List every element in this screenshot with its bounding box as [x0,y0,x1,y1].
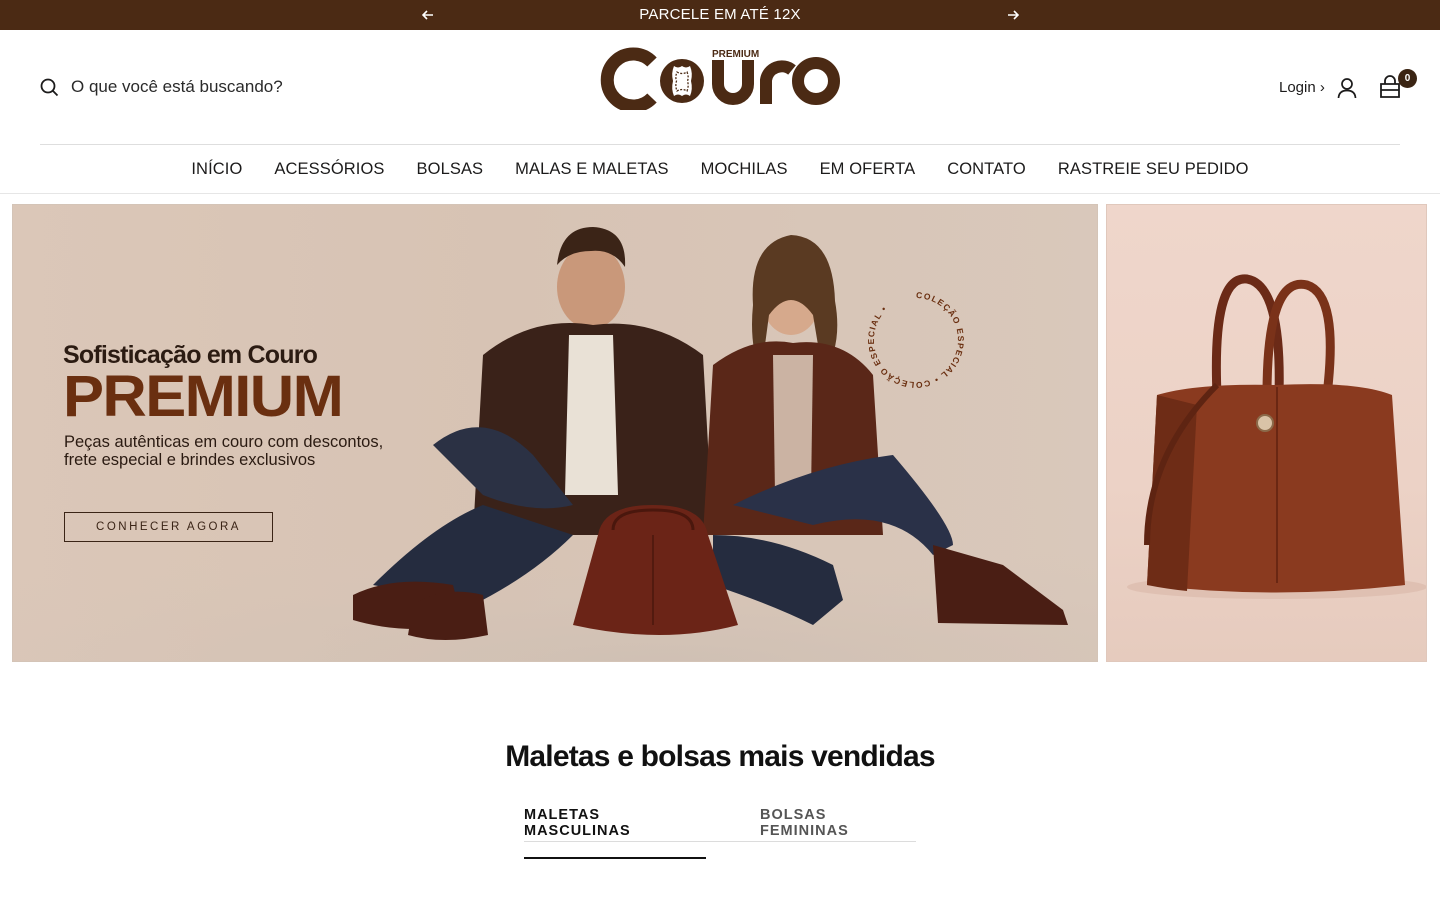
login-link[interactable]: Login › [1279,79,1325,96]
search-bar[interactable]: O que você está buscando? [40,76,283,98]
tab-bolsas-femininas[interactable]: BOLSAS FEMININAS [760,807,916,839]
hero-title-line2: PREMIUM [63,364,344,429]
hero-description: Peças autênticas em couro com descontos,… [64,433,384,469]
arrow-right-icon[interactable] [1003,5,1023,25]
cart-count-badge: 0 [1398,69,1417,88]
nav-item-em-oferta[interactable]: EM OFERTA [820,160,916,179]
section-title: Maletas e bolsas mais vendidas [505,740,935,773]
nav-item-mochilas[interactable]: MOCHILAS [701,160,788,179]
search-icon[interactable] [40,78,59,97]
nav-item-malas-e-maletas[interactable]: MALAS E MALETAS [515,160,668,179]
nav-divider [0,193,1440,194]
nav-item-bolsas[interactable]: BOLSAS [417,160,484,179]
user-icon[interactable] [1337,77,1357,99]
search-input[interactable]: O que você está buscando? [71,77,283,97]
tab-maletas-masculinas[interactable]: MALETAS MASCULINAS [524,807,706,859]
nav-item-rastreie[interactable]: RASTREIE SEU PEDIDO [1058,160,1249,179]
site-header: O que você está buscando? PREMIUM Login … [0,30,1440,144]
nav-item-contato[interactable]: CONTATO [947,160,1026,179]
handbag-photo [1127,274,1426,599]
hero-banner[interactable]: COLEÇÃO ESPECIAL • COLEÇÃO ESPECIAL • So… [12,204,1098,662]
announcement-message: PARCELE EM ATÉ 12X [639,6,801,23]
nav-item-acessorios[interactable]: ACESSÓRIOS [274,160,384,179]
hero-side-banner[interactable] [1106,204,1427,662]
hero-cta-button[interactable]: CONHECER AGORA [64,512,273,542]
svg-text:PREMIUM: PREMIUM [712,49,759,60]
nav-item-inicio[interactable]: INÍCIO [191,160,242,179]
logo[interactable]: PREMIUM [594,46,848,113]
main-navigation: INÍCIO ACESSÓRIOS BOLSAS MALAS E MALETAS… [0,145,1440,193]
badge-circle-text: COLEÇÃO ESPECIAL • COLEÇÃO ESPECIAL • [866,290,965,390]
svg-text:COLEÇÃO ESPECIAL • COLEÇÃO ESP: COLEÇÃO ESPECIAL • COLEÇÃO ESPECIAL • [866,290,966,390]
product-tabs: MALETAS MASCULINAS BOLSAS FEMININAS [524,806,916,859]
announcement-bar: PARCELE EM ATÉ 12X [0,0,1440,30]
